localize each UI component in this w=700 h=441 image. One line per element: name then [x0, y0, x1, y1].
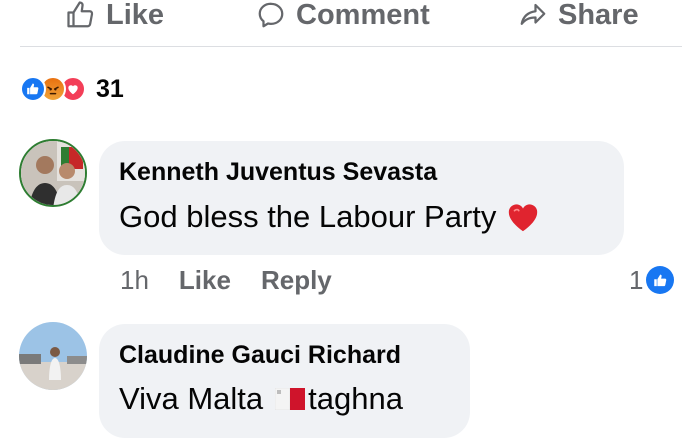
comment-author[interactable]: Claudine Gauci Richard	[119, 341, 401, 370]
comment-label: Comment	[296, 0, 430, 31]
comment-meta: 1h Like Reply	[120, 264, 362, 296]
post-action-bar: Like Comment Share	[0, 0, 700, 34]
comment-button[interactable]: Comment	[256, 0, 430, 32]
comment-reaction-count[interactable]: 1	[629, 264, 675, 296]
share-icon	[520, 3, 546, 25]
action-divider	[20, 46, 682, 47]
comment-time[interactable]: 1h	[120, 265, 149, 296]
comment-icon	[258, 2, 284, 28]
comment-reply-button[interactable]: Reply	[261, 265, 332, 296]
comment-like-button[interactable]: Like	[179, 265, 231, 296]
avatar[interactable]	[19, 322, 87, 390]
malta-flag-icon	[275, 388, 306, 410]
avatar[interactable]	[19, 139, 87, 207]
share-button[interactable]: Share	[518, 0, 639, 32]
comment-text: God bless the Labour Party	[119, 199, 540, 235]
thumbs-up-icon	[67, 1, 94, 28]
red-heart-icon	[506, 201, 540, 233]
comment-text: Viva Malta taghna	[119, 381, 403, 417]
comment-text-before: Viva Malta	[119, 381, 264, 416]
avatar-photo	[19, 322, 87, 390]
like-button[interactable]: Like	[66, 0, 164, 32]
reaction-count: 31	[96, 74, 124, 103]
avatar-photo	[21, 141, 85, 205]
like-icon	[20, 76, 46, 102]
like-label: Like	[106, 0, 165, 31]
comment-text-after: taghna	[308, 381, 403, 416]
reactions-summary[interactable]: 31	[20, 74, 124, 104]
comment-text-body: God bless the Labour Party	[119, 199, 497, 234]
comment-author[interactable]: Kenneth Juventus Sevasta	[119, 158, 437, 187]
comment-reaction-number: 1	[629, 264, 644, 295]
share-label: Share	[558, 0, 639, 31]
like-icon	[646, 266, 675, 294]
